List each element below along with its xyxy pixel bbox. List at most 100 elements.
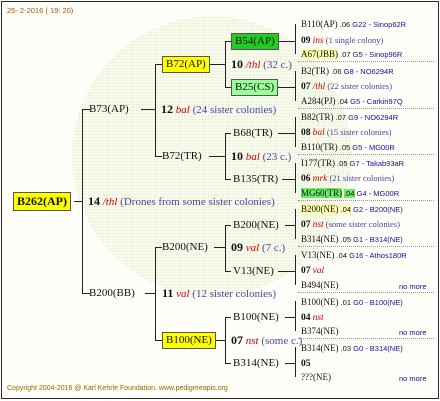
ancestor-drone-row: 07 val: [301, 266, 325, 276]
breeder-code: G0 - B100(NE): [353, 298, 403, 307]
queen-node[interactable]: B73(AP): [89, 103, 129, 116]
link-number: 10: [231, 57, 243, 71]
breeder-name: /thl: [102, 196, 118, 208]
connector: [282, 179, 295, 180]
breeder-code: G16 - Athos180R: [349, 251, 407, 260]
ancestor-queen-row[interactable]: B200(NE) .04 G2 - B200(NE): [301, 203, 403, 216]
queen-node[interactable]: B200(NE): [233, 219, 279, 232]
ancestor-queen-row[interactable]: I177(TR) .05 G7 - Takab93aR: [301, 157, 404, 170]
connector: [295, 71, 296, 101]
ancestor-queen-row[interactable]: B100(NE) .01 G0 - B100(NE): [301, 296, 403, 309]
connector: [278, 133, 295, 134]
date-stamp: 25- 2-2016 ( 19: 20): [7, 6, 74, 15]
connector: [155, 156, 162, 157]
breeder-code: G5 - Carkiri97Q: [350, 97, 403, 106]
breeder-code: G5 - MG00R: [352, 143, 395, 152]
sister-note: (24 sister colonies): [192, 104, 277, 116]
sister-note: (some c.): [261, 335, 303, 347]
breeder-code: G2 - B200(NE): [353, 205, 403, 214]
queen-node[interactable]: B54(AP): [231, 33, 279, 50]
connector: [278, 271, 295, 272]
divider: [298, 154, 434, 155]
divider: [298, 200, 434, 201]
breeder-code: G5 - Sinop96R: [352, 50, 403, 59]
connector: [295, 24, 296, 54]
ancestor-queen-row[interactable]: B374(NE): [301, 325, 339, 338]
connector: [225, 179, 231, 180]
root-queen[interactable]: B262(AP): [13, 192, 71, 211]
divider: [298, 246, 434, 247]
ancestor-queen-row[interactable]: A67(JBB) .07 G5 - Sinop96R: [301, 48, 402, 61]
root-drone-line: 14 /thl (Drones from some sister colonie…: [88, 195, 275, 209]
ancestor-drone-row: 08 bal (15 sister colonies): [301, 127, 392, 138]
connector: [214, 247, 225, 248]
no-more-link[interactable]: no more: [399, 372, 427, 385]
link-number: 10: [231, 149, 243, 163]
ancestor-queen-row[interactable]: B314(NE) .03 G0 - B314(NE): [301, 342, 403, 355]
connector: [225, 317, 226, 363]
queen-node[interactable]: B100(NE): [233, 311, 279, 324]
queen-node[interactable]: B135(TR): [233, 173, 278, 186]
connector: [295, 209, 296, 239]
divider: [298, 61, 434, 62]
ancestor-drone-row: 09 ins (1 single colony): [301, 35, 384, 46]
sister-note: (7 c.): [261, 242, 286, 254]
connector: [141, 109, 155, 110]
drone-line: 10 /thl (32 c.): [231, 58, 292, 72]
ancestor-queen-row[interactable]: B314(NE) .05 G1 - B314(NE): [301, 233, 403, 246]
breeder-name: /thl: [245, 59, 261, 71]
connector: [155, 64, 156, 156]
sister-note: (23 c.): [262, 151, 292, 163]
ancestor-queen-row[interactable]: B2(TR) .06 G8 - NO6294R: [301, 65, 394, 78]
connector: [225, 133, 226, 179]
ancestor-queen-row[interactable]: A284(PJ) .04 G5 - Carkiri97Q: [301, 95, 403, 108]
queen-node[interactable]: B25(CS): [231, 79, 279, 96]
breeder-code: G1 - B314(NE): [353, 235, 403, 244]
drone-line: 09 val (7 c.): [231, 241, 285, 255]
breeder-code: G0 - B314(NE): [353, 344, 403, 353]
connector: [225, 225, 226, 271]
breeder-name: bal: [245, 151, 260, 163]
ancestor-queen-row[interactable]: V13(NE) .04 G16 - Athos180R: [301, 249, 407, 262]
connector: [155, 247, 162, 248]
ancestor-queen-row[interactable]: ???(NE): [301, 371, 331, 384]
sister-note: (Drones from some sister colonies): [120, 196, 275, 208]
connector: [155, 340, 162, 341]
queen-node[interactable]: B68(TR): [233, 127, 273, 140]
connector: [285, 363, 295, 364]
queen-node[interactable]: B314(NE): [233, 357, 279, 370]
queen-node[interactable]: V13(NE): [233, 265, 274, 278]
ancestor-drone-row: 04 nst: [301, 313, 324, 323]
queen-node[interactable]: B72(AP): [162, 56, 210, 73]
connector: [285, 317, 295, 318]
connector: [285, 225, 295, 226]
pedigree-chart: 25- 2-2016 ( 19: 20) B262(AP) 14 /thl (D…: [1, 1, 439, 399]
breeder-code: G7 - Takab93aR: [349, 159, 405, 168]
connector: [209, 64, 225, 65]
ancestor-queen-row[interactable]: B110(AP) .06 G22 - Sinop62R: [301, 18, 406, 31]
connector: [295, 255, 296, 285]
divider: [298, 292, 434, 293]
ancestor-queen-row[interactable]: MG60(TR) .04 G4 - MG00R: [301, 187, 399, 200]
queen-node[interactable]: B100(NE): [162, 332, 216, 349]
breeder-name: val: [245, 242, 260, 254]
queen-node[interactable]: B200(NE): [162, 241, 208, 254]
connector: [145, 293, 155, 294]
ancestor-queen-row[interactable]: B82(TR) .07 G9 - NO6294R: [301, 111, 398, 124]
queen-node[interactable]: B72(TR): [162, 150, 202, 163]
copyright-footer: Copyright 2004-2016 @ Karl Kehrle Founda…: [7, 385, 228, 392]
drone-line: 12 bal (24 sister colonies): [161, 103, 276, 117]
breeder-code: G8 - NO6294R: [343, 67, 394, 76]
queen-node[interactable]: B200(BB): [89, 287, 135, 300]
connector: [155, 64, 162, 65]
link-number: 12: [161, 102, 173, 116]
connector: [225, 41, 226, 87]
drone-line: 07 nst (some c.): [231, 334, 302, 348]
connector: [225, 363, 231, 364]
breeder-code: G22 - Sinop62R: [352, 20, 407, 29]
breeder-code: G9 - NO6294R: [348, 113, 399, 122]
ancestor-queen-row[interactable]: B110(TR) .05 G5 - MG00R: [301, 141, 395, 154]
ancestor-queen-row[interactable]: B494(NE): [301, 279, 339, 292]
divider: [298, 338, 434, 339]
link-number: 14: [88, 194, 100, 208]
